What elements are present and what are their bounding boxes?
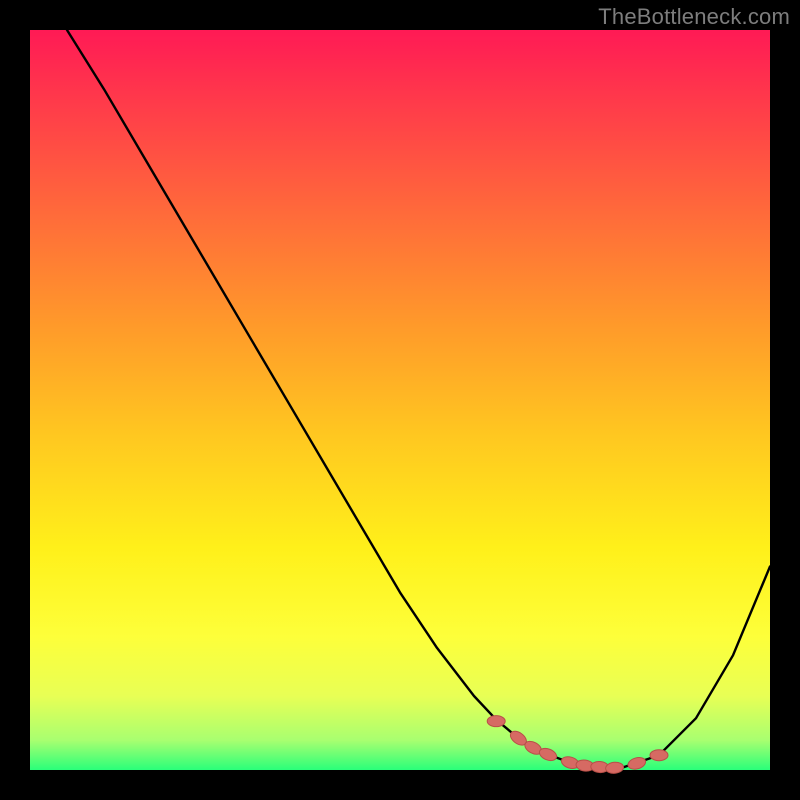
optimal-marker xyxy=(627,756,647,771)
curve-layer xyxy=(30,30,770,770)
chart-frame: TheBottleneck.com xyxy=(0,0,800,800)
optimal-zone-markers xyxy=(487,716,668,774)
plot-area xyxy=(30,30,770,770)
optimal-marker xyxy=(605,761,624,774)
watermark-text: TheBottleneck.com xyxy=(598,4,790,30)
optimal-marker xyxy=(650,750,668,761)
bottleneck-curve xyxy=(67,30,770,768)
optimal-marker xyxy=(487,716,505,727)
